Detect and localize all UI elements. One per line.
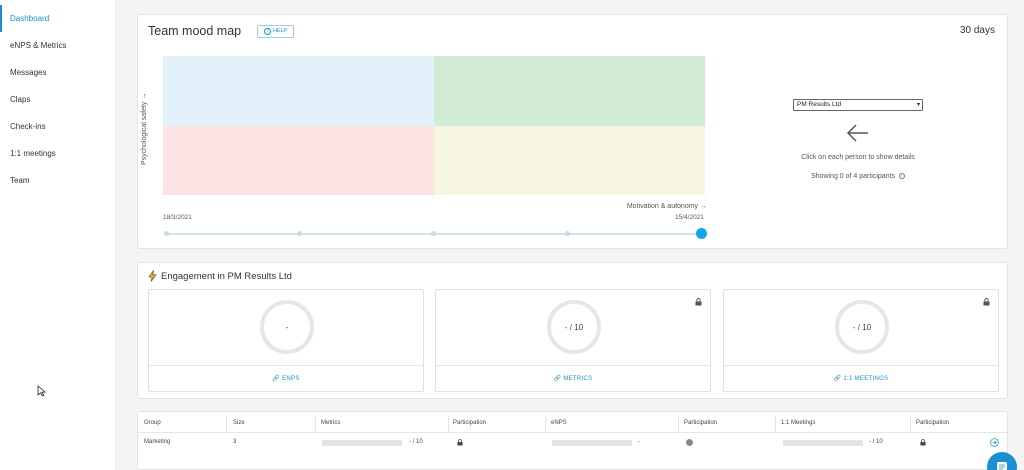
question-icon: ? [264,28,271,35]
period-selector[interactable]: 30 days [960,25,995,36]
meetings-card: - / 10 🔗 1:1 MEETINGS [723,289,999,392]
arrow-left-icon [846,124,868,142]
slider-handle[interactable] [695,228,707,239]
date-slider-track[interactable] [163,228,707,239]
link-icon: 🔗 [833,376,842,382]
row-group: Marketing [144,439,171,445]
enps-score-ring: - [260,300,314,354]
engagement-title: Engagement in PM Results Ltd [148,270,292,282]
quadrant-bottom-left [163,125,434,195]
metrics-link-label: METRICS [563,376,593,382]
participants-text: Showing 0 of 4 participants [810,173,896,180]
info-icon[interactable]: i [899,173,905,180]
quadrant-top-left [163,56,434,126]
sidebar-item-enps-metrics[interactable]: eNPS & Metrics [0,32,115,59]
column-divider [678,416,679,432]
col-header-1-1-meetings: 1:1 Meetings [781,420,816,426]
mood-quadrant-grid[interactable] [163,56,705,195]
enps-card: - 🔗 ENPS [148,289,424,392]
metrics-bar [322,440,402,446]
y-axis-label: Psychological safety → [141,92,148,165]
chat-icon [997,462,1007,470]
link-icon: 🔗 [272,376,281,382]
meetings-link[interactable]: 🔗 1:1 MEETINGS [724,365,998,392]
engagement-title-text: Engagement in PM Results Ltd [161,270,292,282]
metrics-link[interactable]: 🔗 METRICS [436,365,710,392]
column-divider [315,416,316,432]
quadrant-top-right [434,56,705,126]
help-label: HELP [273,28,288,34]
sidebar-item-claps[interactable]: Claps [0,86,115,113]
enps-link[interactable]: 🔗 ENPS [149,365,423,392]
sidebar-item-dashboard[interactable]: Dashboard [0,5,115,32]
engagement-card: Engagement in PM Results Ltd - 🔗 ENPS - … [137,262,1008,399]
column-divider [226,416,227,432]
enps-bar [552,440,632,446]
metrics-score-ring: - / 10 [547,300,601,354]
column-divider [775,416,776,432]
company-select[interactable]: PM Results Ltd ▾ [793,99,923,111]
x-axis-label: Motivation & autonomy → [626,203,707,210]
status-dot [686,439,693,446]
meetings-link-label: 1:1 MEETINGS [843,376,889,382]
main-content: Team mood map ? HELP 30 days Psychologic… [116,0,1024,470]
enps-link-label: ENPS [282,376,300,382]
sidebar-item-team[interactable]: Team [0,167,115,194]
link-icon: 🔗 [553,376,562,382]
sidebar-item-check-ins[interactable]: Check-ins [0,113,115,140]
slider-step[interactable] [297,231,303,236]
sidebar-item-1-1-meetings[interactable]: 1:1 meetings [0,140,115,167]
mood-side-panel: PM Results Ltd ▾ Click on each person to… [788,99,928,180]
row-size: 3 [233,439,237,445]
lightning-icon [148,270,157,282]
sidebar: Dashboard eNPS & Metrics Messages Claps … [0,0,116,470]
help-button[interactable]: ? HELP [257,25,295,38]
col-header-enps: eNPS [551,420,567,426]
col-header-participation: Participation [453,420,487,426]
participants-count: Showing 0 of 4 participants i [788,173,928,180]
quadrant-bottom-right [434,125,705,195]
col-header-size: Size [233,420,245,426]
sidebar-nav: Dashboard eNPS & Metrics Messages Claps … [0,5,115,194]
column-divider [448,416,449,432]
meetings-bar [783,440,863,446]
metrics-card: - / 10 🔗 METRICS [435,289,711,392]
column-divider [910,416,911,432]
slider-step[interactable] [163,231,169,236]
col-header-group: Group [144,420,161,426]
row-enps: - [638,439,640,445]
row-meetings: - / 10 [869,439,883,445]
lock-icon [457,439,463,446]
groups-table: Group Size Metrics Participation eNPS Pa… [137,411,1008,470]
date-range-end: 15/4/2021 [675,214,704,221]
team-mood-map-card: Team mood map ? HELP 30 days Psychologic… [137,14,1008,249]
column-divider [545,416,546,432]
chevron-down-icon: ▾ [916,102,920,108]
mood-map-title: Team mood map [148,24,242,38]
mouse-cursor-icon [37,385,47,397]
col-header-participation: Participation [916,420,950,426]
date-range-start: 18/3/2021 [163,214,192,221]
arrow-right-circle-icon[interactable] [990,438,999,447]
slider-step[interactable] [564,231,570,236]
row-divider [138,432,1007,433]
lock-icon [983,298,990,306]
lock-icon [695,298,702,306]
row-metrics: - / 10 [409,439,423,445]
lock-icon [920,439,926,446]
slider-step[interactable] [431,231,436,236]
sidebar-item-messages[interactable]: Messages [0,59,115,86]
company-select-value: PM Results Ltd [797,101,842,108]
meetings-score-ring: - / 10 [835,300,889,354]
col-header-metrics: Metrics [321,420,341,426]
select-person-hint: Click on each person to show details [801,154,915,161]
col-header-participation: Participation [684,420,718,426]
